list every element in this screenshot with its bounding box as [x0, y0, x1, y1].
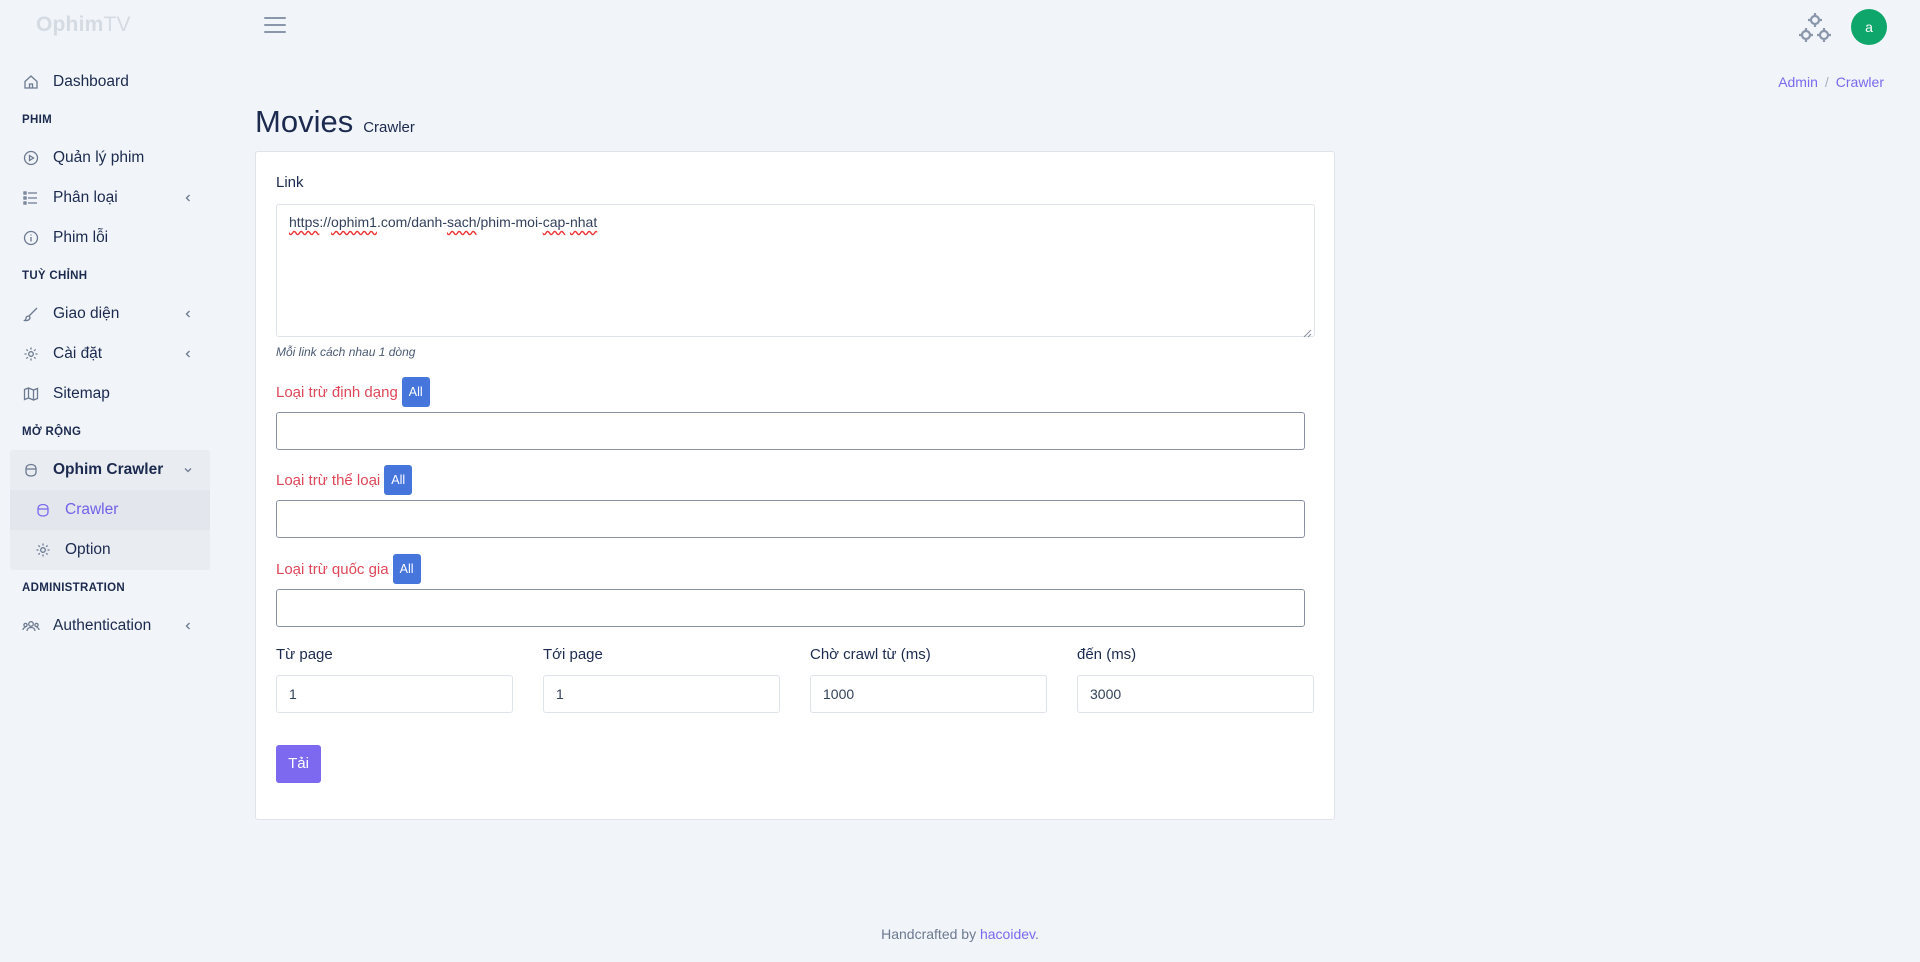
- sidebar-item-label: Phân loại: [53, 189, 118, 206]
- exclude-country-input[interactable]: [276, 589, 1305, 627]
- exclude-format-label: Loại trừ định dạng: [276, 383, 398, 401]
- page-subtitle: Crawler: [363, 119, 415, 136]
- link-hint: Mỗi link cách nhau 1 dòng: [276, 345, 416, 359]
- gear-icon: [34, 541, 52, 559]
- sidebar-item-authentication[interactable]: Authentication: [10, 606, 210, 646]
- home-icon: [22, 73, 40, 91]
- chevron-left-icon: [182, 619, 194, 631]
- sidebar-item-label: Crawler: [65, 501, 119, 518]
- sidebar-item-quan-ly-phim[interactable]: Quản lý phim: [10, 138, 210, 178]
- sidebar-section-title: TUỲ CHỈNH: [22, 270, 88, 282]
- wait-to-input[interactable]: 3000: [1077, 675, 1314, 713]
- hand-icon: [34, 501, 52, 519]
- sidebar-item-label: Quản lý phim: [53, 149, 145, 166]
- sidebar-section-title: ADMINISTRATION: [22, 582, 126, 594]
- sidebar-section-title: MỞ RỘNG: [22, 426, 82, 438]
- exclude-format-input[interactable]: [276, 412, 1305, 450]
- sidebar-item-label: Cài đặt: [53, 345, 103, 362]
- to-page-label: Tới page: [543, 646, 603, 663]
- footer-author-link[interactable]: hacoidev: [980, 926, 1035, 942]
- chevron-down-icon: [182, 463, 194, 475]
- sidebar-item-cai-dat[interactable]: Cài đặt: [10, 334, 210, 374]
- link-value: https://ophim1.com/danh-sach/phim-moi-ca…: [289, 214, 598, 230]
- sidebar-item-phim-loi[interactable]: Phim lỗi: [10, 218, 210, 258]
- gear-icon: [22, 345, 40, 363]
- exclude-genre-label: Loại trừ thể loại: [276, 471, 381, 489]
- exclude-genre-row: Loại trừ thể loại All: [276, 465, 413, 495]
- brand-name: Ophim: [36, 13, 104, 36]
- sidebar-item-label: Giao diện: [53, 305, 120, 322]
- sidebar-item-option[interactable]: Option: [10, 530, 210, 570]
- sidebar-item-label: Authentication: [53, 617, 152, 634]
- sidebar-item-ophim-crawler[interactable]: Ophim Crawler: [10, 450, 210, 490]
- link-label: Link: [276, 174, 304, 191]
- sidebar-item-sitemap[interactable]: Sitemap: [10, 374, 210, 414]
- sidebar: Dashboard PHIM Quản lý phim Phân loại Ph…: [10, 62, 210, 646]
- sidebar-item-label: Phim lỗi: [53, 229, 109, 246]
- exclude-country-row: Loại trừ quốc gia All: [276, 554, 421, 584]
- submit-button[interactable]: Tải: [276, 745, 321, 783]
- sidebar-item-giao-dien[interactable]: Giao diện: [10, 294, 210, 334]
- exclude-format-all-button[interactable]: All: [401, 377, 430, 407]
- link-textarea[interactable]: https://ophim1.com/danh-sach/phim-moi-ca…: [276, 204, 1315, 338]
- sidebar-item-phan-loai[interactable]: Phân loại: [10, 178, 210, 218]
- sidebar-item-dashboard[interactable]: Dashboard: [10, 62, 210, 102]
- wait-to-label: đến (ms): [1077, 646, 1137, 663]
- hand-icon: [22, 461, 40, 479]
- breadcrumb-admin-link[interactable]: Admin: [1778, 74, 1818, 90]
- sidebar-item-crawler[interactable]: Crawler: [10, 490, 210, 530]
- exclude-genre-input[interactable]: [276, 500, 1305, 538]
- cogs-icon[interactable]: [1798, 12, 1832, 44]
- exclude-country-label: Loại trừ quốc gia: [276, 560, 389, 578]
- footer: Handcrafted by hacoidev.: [0, 926, 1920, 942]
- menu-toggle-icon[interactable]: [264, 17, 286, 37]
- exclude-country-all-button[interactable]: All: [392, 554, 421, 584]
- brand-suffix: TV: [103, 13, 131, 36]
- chevron-left-icon: [182, 307, 194, 319]
- sidebar-item-label: Dashboard: [53, 73, 129, 90]
- crawler-form-card: Link https://ophim1.com/danh-sach/phim-m…: [255, 151, 1335, 820]
- footer-text: Handcrafted by: [881, 926, 980, 942]
- wait-from-label: Chờ crawl từ (ms): [810, 646, 931, 663]
- users-icon: [22, 617, 40, 635]
- from-page-label: Từ page: [276, 646, 333, 663]
- sidebar-item-label: Ophim Crawler: [53, 461, 164, 478]
- footer-dot: .: [1034, 926, 1039, 942]
- chevron-left-icon: [182, 347, 194, 359]
- brush-icon: [22, 305, 40, 323]
- breadcrumb: Admin / Crawler: [1778, 74, 1884, 90]
- user-avatar[interactable]: a: [1851, 9, 1887, 45]
- sidebar-group-ophim-crawler: Ophim Crawler Crawler Option: [10, 450, 210, 570]
- list-icon: [22, 189, 40, 207]
- chevron-left-icon: [182, 191, 194, 203]
- brand-logo[interactable]: OphimTV: [36, 13, 131, 37]
- to-page-input[interactable]: 1: [543, 675, 780, 713]
- page-header: Movies Crawler: [255, 104, 415, 140]
- info-circle-icon: [22, 229, 40, 247]
- sidebar-item-label: Option: [65, 541, 111, 558]
- exclude-format-row: Loại trừ định dạng All: [276, 377, 430, 407]
- sidebar-item-label: Sitemap: [53, 385, 110, 402]
- map-icon: [22, 385, 40, 403]
- exclude-genre-all-button[interactable]: All: [384, 465, 413, 495]
- play-circle-icon: [22, 149, 40, 167]
- breadcrumb-separator: /: [1824, 74, 1829, 90]
- resize-handle-icon[interactable]: [1303, 325, 1312, 338]
- sidebar-section-title: PHIM: [22, 114, 52, 126]
- top-navbar: OphimTV a: [0, 0, 1920, 55]
- from-page-input[interactable]: 1: [276, 675, 513, 713]
- wait-from-input[interactable]: 1000: [810, 675, 1047, 713]
- breadcrumb-current[interactable]: Crawler: [1836, 74, 1884, 90]
- page-title: Movies: [255, 104, 354, 139]
